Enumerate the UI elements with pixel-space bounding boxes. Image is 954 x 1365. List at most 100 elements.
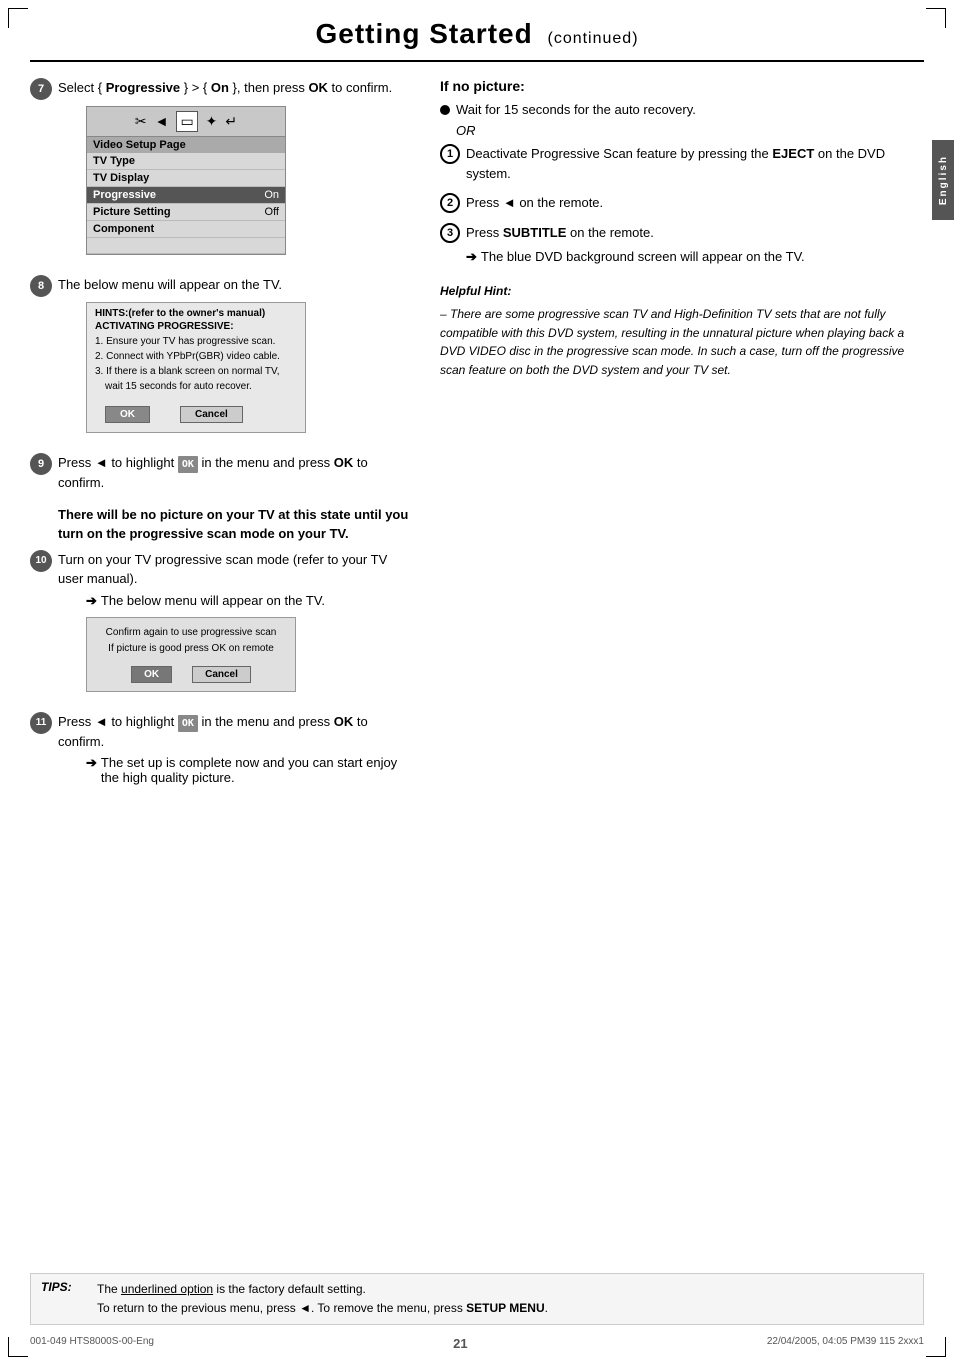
footer-left: 001-049 HTS8000S-00-Eng xyxy=(30,1336,154,1351)
hints-line2: 2. Connect with YPbPr(GBR) video cable. xyxy=(95,350,297,364)
corner-mark-tl xyxy=(8,8,28,28)
step-9-content: Press ◄ to highlight OK in the menu and … xyxy=(58,453,410,493)
step-8-number: 8 xyxy=(30,275,52,297)
corner-mark-tr xyxy=(926,8,946,28)
vsp-rows: TV Type TV Display ProgressiveOn Picture… xyxy=(87,153,285,254)
right-step-2: 2 Press ◄ on the remote. xyxy=(440,193,924,213)
step-7-number: 7 xyxy=(30,78,52,100)
hints-buttons: OK Cancel xyxy=(95,402,297,427)
step-10-sub-text: The below menu will appear on the TV. xyxy=(101,593,325,608)
tips-content: The underlined option is the factory def… xyxy=(97,1280,913,1318)
vsp-row-tvdisplay: TV Display xyxy=(87,170,285,187)
right-step-3-arrow: ➔ The blue DVD background screen will ap… xyxy=(466,247,805,267)
hints-line1: 1. Ensure your TV has progressive scan. xyxy=(95,335,297,349)
right-step-2-number: 2 xyxy=(440,193,460,213)
footer-center: 21 xyxy=(453,1336,467,1351)
hints-line3: 3. If there is a blank screen on normal … xyxy=(95,365,297,379)
step-8-text: The below menu will appear on the TV. xyxy=(58,275,410,295)
step-9: 9 Press ◄ to highlight OK in the menu an… xyxy=(30,453,410,493)
or-text: OR xyxy=(456,123,924,138)
arrow-icon-11: ➔ xyxy=(86,755,97,771)
confirm-buttons: OK Cancel xyxy=(97,666,285,683)
footer-right: 22/04/2005, 04:05 PM39 115 2xxx1 xyxy=(767,1336,924,1351)
helpful-hint: Helpful Hint: – There are some progressi… xyxy=(440,282,924,380)
right-step-3-content: Press SUBTITLE on the remote. ➔ The blue… xyxy=(466,223,805,266)
step-10-arrow: ➔ The below menu will appear on the TV. xyxy=(86,593,410,609)
vsp-row-tvtype: TV Type xyxy=(87,153,285,170)
arrow-icon-r3: ➔ xyxy=(466,247,477,267)
main-content: 7 Select { Progressive } > { On }, then … xyxy=(0,62,954,807)
corner-mark-br xyxy=(926,1337,946,1357)
right-step-1-content: Deactivate Progressive Scan feature by p… xyxy=(466,144,924,183)
video-setup-menu: ✂ ◄ ▭ ✦ ↵ Video Setup Page TV Type TV Di… xyxy=(86,106,286,255)
ok-badge-11: OK xyxy=(178,715,198,732)
hints-box: HINTS:(refer to the owner's manual) ACTI… xyxy=(86,302,306,433)
page-title: Getting Started (continued) xyxy=(70,18,884,50)
right-bullet-1: Wait for 15 seconds for the auto recover… xyxy=(440,102,924,117)
tv-icon: ▭ xyxy=(176,111,197,132)
vsp-row-progressive: ProgressiveOn xyxy=(87,187,285,204)
page-footer: 001-049 HTS8000S-00-Eng 21 22/04/2005, 0… xyxy=(30,1336,924,1351)
step-10-content: Turn on your TV progressive scan mode (r… xyxy=(58,550,410,700)
scissors-icon: ✂ xyxy=(135,113,147,130)
language-tab-label: English xyxy=(938,155,949,205)
step-10-number: 10 xyxy=(30,550,52,572)
step-11: 11 Press ◄ to highlight OK in the menu a… xyxy=(30,712,410,786)
vsp-icon-bar: ✂ ◄ ▭ ✦ ↵ xyxy=(87,107,285,137)
step-9-text: Press ◄ to highlight OK in the menu and … xyxy=(58,453,410,493)
hints-ok-button[interactable]: OK xyxy=(105,406,150,423)
hints-cancel-button[interactable]: Cancel xyxy=(180,406,243,423)
vsp-row-component: Component xyxy=(87,221,285,238)
helpful-hint-text: – There are some progressive scan TV and… xyxy=(440,305,924,379)
helpful-hint-title: Helpful Hint: xyxy=(440,282,924,301)
return-icon: ↵ xyxy=(225,113,237,130)
hints-line4: wait 15 seconds for auto recover. xyxy=(95,380,297,394)
step-11-content: Press ◄ to highlight OK in the menu and … xyxy=(58,712,410,786)
confirm-ok-button[interactable]: OK xyxy=(131,666,172,683)
step-7-text: Select { Progressive } > { On }, then pr… xyxy=(58,78,410,98)
step-11-sub-text: The set up is complete now and you can s… xyxy=(101,755,410,785)
confirm-cancel-button[interactable]: Cancel xyxy=(192,666,251,683)
step-7: 7 Select { Progressive } > { On }, then … xyxy=(30,78,410,263)
step-11-text: Press ◄ to highlight OK in the menu and … xyxy=(58,712,410,752)
vsp-row-empty xyxy=(87,238,285,254)
step-10-text: Turn on your TV progressive scan mode (r… xyxy=(58,550,410,589)
step-11-arrow: ➔ The set up is complete now and you can… xyxy=(86,755,410,785)
right-step-3-sub-text: The blue DVD background screen will appe… xyxy=(481,247,805,267)
step-8: 8 The below menu will appear on the TV. … xyxy=(30,275,410,442)
star-icon: ✦ xyxy=(206,113,218,130)
right-step-3-number: 3 xyxy=(440,223,460,243)
left-column: 7 Select { Progressive } > { On }, then … xyxy=(30,78,410,797)
corner-mark-bl xyxy=(8,1337,28,1357)
step-9-number: 9 xyxy=(30,453,52,475)
right-bullet-1-text: Wait for 15 seconds for the auto recover… xyxy=(456,102,696,117)
vsp-row-picture: Picture SettingOff xyxy=(87,204,285,221)
right-column: If no picture: Wait for 15 seconds for t… xyxy=(430,78,924,797)
right-step-3: 3 Press SUBTITLE on the remote. ➔ The bl… xyxy=(440,223,924,266)
ok-badge-9: OK xyxy=(178,456,198,473)
bullet-circle-1 xyxy=(440,105,450,115)
back-icon: ◄ xyxy=(155,113,169,129)
language-tab: English xyxy=(932,140,954,220)
tips-bar: TIPS: The underlined option is the facto… xyxy=(30,1273,924,1325)
hints-title: HINTS:(refer to the owner's manual) xyxy=(95,308,297,319)
warning-text: There will be no picture on your TV at t… xyxy=(58,505,410,544)
step-10: 10 Turn on your TV progressive scan mode… xyxy=(30,550,410,700)
step-8-content: The below menu will appear on the TV. HI… xyxy=(58,275,410,442)
hints-subtitle: ACTIVATING PROGRESSIVE: xyxy=(95,321,297,332)
page-header: Getting Started (continued) xyxy=(30,0,924,62)
tips-line1: The underlined option is the factory def… xyxy=(97,1280,913,1299)
if-no-picture-title: If no picture: xyxy=(440,78,924,94)
right-step-1: 1 Deactivate Progressive Scan feature by… xyxy=(440,144,924,183)
step-7-content: Select { Progressive } > { On }, then pr… xyxy=(58,78,410,263)
confirm-line2: If picture is good press OK on remote xyxy=(97,642,285,656)
tips-label: TIPS: xyxy=(41,1280,81,1294)
confirm-line1: Confirm again to use progressive scan xyxy=(97,626,285,640)
right-step-2-content: Press ◄ on the remote. xyxy=(466,193,603,213)
tips-line2: To return to the previous menu, press ◄.… xyxy=(97,1299,913,1318)
step-11-number: 11 xyxy=(30,712,52,734)
arrow-icon-10: ➔ xyxy=(86,593,97,609)
right-step-1-number: 1 xyxy=(440,144,460,164)
vsp-title: Video Setup Page xyxy=(87,137,285,153)
confirm-box: Confirm again to use progressive scan If… xyxy=(86,617,296,692)
